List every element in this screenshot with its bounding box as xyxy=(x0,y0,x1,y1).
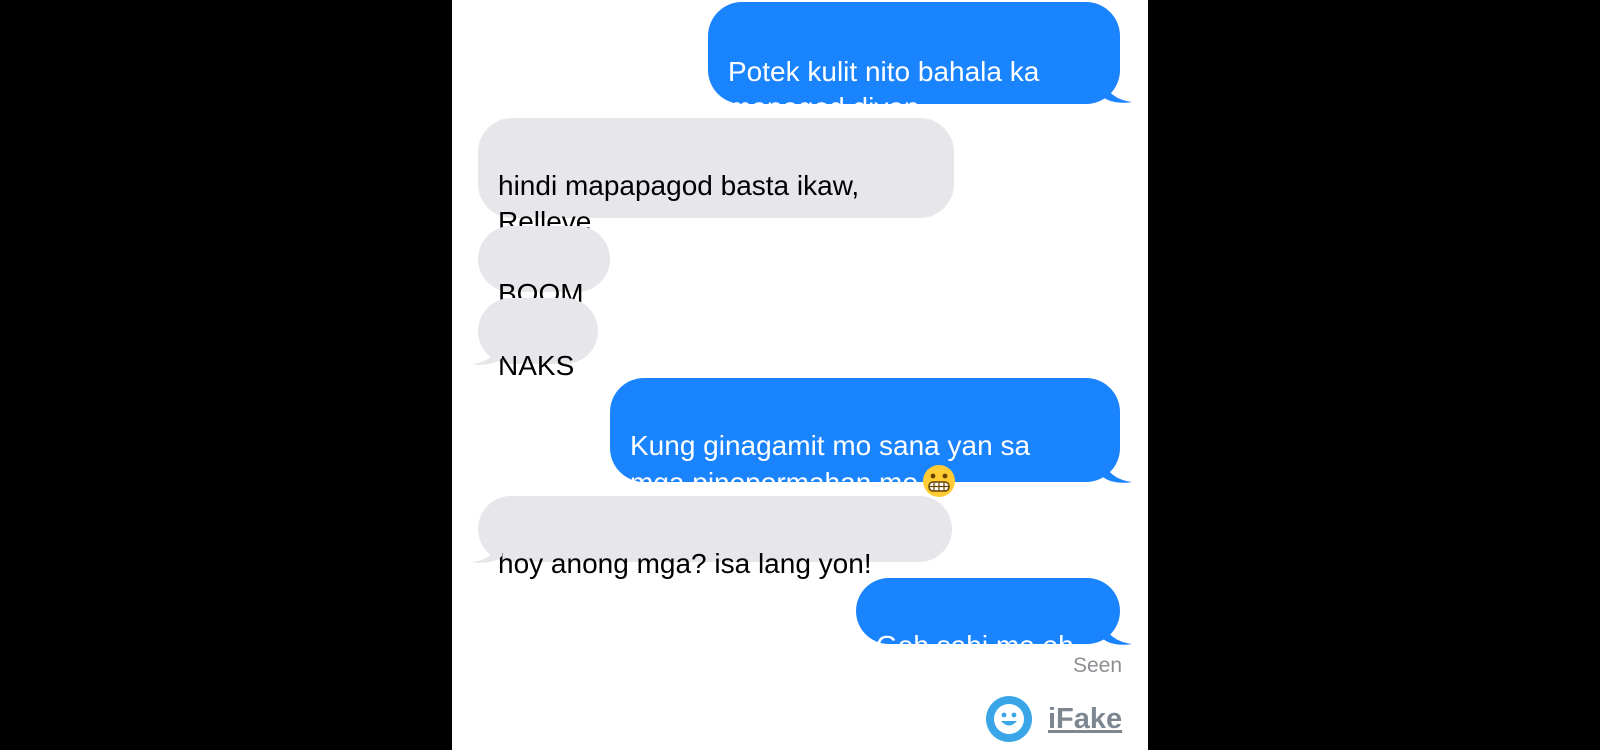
incoming-message-bubble[interactable]: BOOM xyxy=(478,226,610,309)
bubble-tail-icon xyxy=(1102,78,1132,103)
bubble-tail-icon xyxy=(472,340,502,365)
outgoing-message-bubble[interactable]: Kung ginagamit mo sana yan sa mga pinopo… xyxy=(610,378,1120,498)
incoming-message-bubble[interactable]: hoy anong mga? isa lang yon! xyxy=(478,496,952,579)
bubble-tail-icon xyxy=(1102,458,1132,483)
message-text: hoy anong mga? isa lang yon! xyxy=(498,548,872,579)
bubble-tail-icon xyxy=(472,538,502,563)
message-text: Potek kulit nito bahala ka mapagod diyan xyxy=(728,56,1040,123)
smiley-face-icon xyxy=(986,696,1032,742)
read-receipt-status: Seen xyxy=(1072,654,1122,677)
watermark: iFake xyxy=(986,696,1122,742)
bubble-tail-icon xyxy=(1102,620,1132,645)
watermark-text: iFake xyxy=(1048,702,1123,735)
outgoing-message-bubble[interactable]: Potek kulit nito bahala ka mapagod diyan xyxy=(708,2,1120,123)
message-text: NAKS xyxy=(498,350,575,381)
outgoing-message-bubble[interactable]: Geh sabi mo eh xyxy=(856,578,1120,661)
message-text: Geh sabi mo eh xyxy=(876,630,1074,661)
grimacing-face-emoji xyxy=(922,465,955,497)
message-text: Kung ginagamit mo sana yan sa mga pinopo… xyxy=(630,430,1031,498)
incoming-message-bubble[interactable]: hindi mapapagod basta ikaw, Relleve xyxy=(478,118,954,237)
message-thread: Potek kulit nito bahala ka mapagod diyan… xyxy=(452,0,1148,750)
